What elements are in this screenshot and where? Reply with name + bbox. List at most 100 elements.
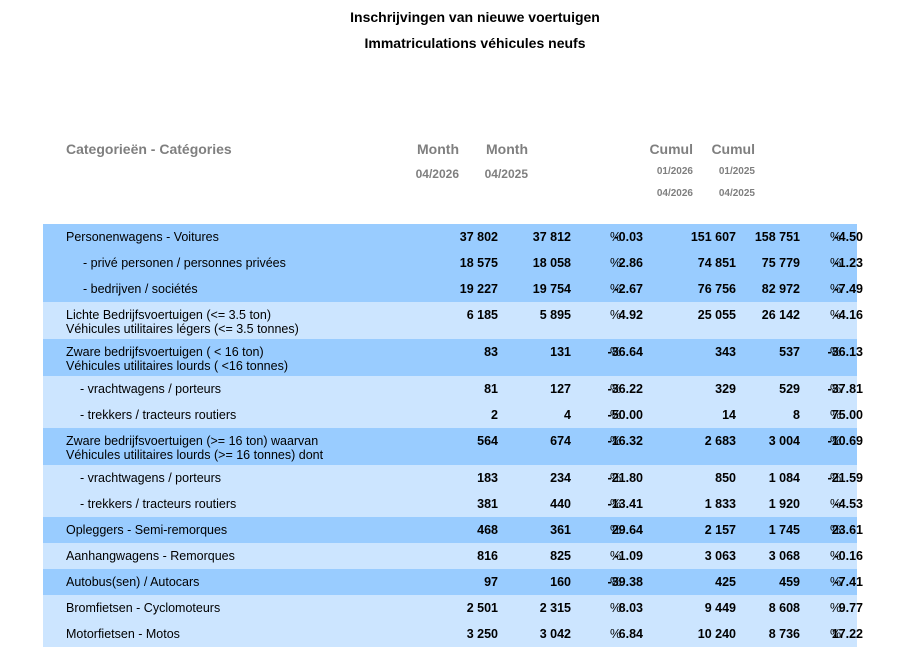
cumul-previous-value: 75 779 xyxy=(761,256,800,270)
month-previous-value: 127 xyxy=(550,382,571,396)
table-row: Opleggers - Semi-remorques 468 361 29.64% 2 … xyxy=(43,517,863,543)
row-category-line: Véhicules utilitaires légers (<= 3.5 ton… xyxy=(66,322,299,336)
row-category-line: Zware bedrijfsvoertuigen (>= 16 ton) waa… xyxy=(66,434,319,448)
cumul-current-value: 850 xyxy=(715,471,736,485)
month-current-value: 816 xyxy=(477,549,498,563)
month-header-previous: Month xyxy=(486,141,528,157)
month-change-percent-sign: % xyxy=(610,308,622,322)
row-category-line: Véhicules utilitaires lourds (>= 16 tonn… xyxy=(66,448,324,462)
table-row: Zware bedrijfsvoertuigen (>= 16 ton) waa… xyxy=(43,428,863,465)
cumul-previous-value: 1 745 xyxy=(768,523,800,537)
row-category-line: Autobus(sen) / Autocars xyxy=(66,575,200,589)
row-category-line: Personenwagens - Voitures xyxy=(66,230,219,244)
cumul-current-value: 2 157 xyxy=(704,523,736,537)
month-period-current: 04/2026 xyxy=(415,167,459,181)
title-dutch: Inschrijvingen van nieuwe voertuigen xyxy=(350,9,600,25)
month-period-previous: 04/2025 xyxy=(484,167,528,181)
month-previous-value: 131 xyxy=(550,345,571,359)
row-category-line: - vrachtwagens / porteurs xyxy=(80,382,222,396)
table-row: - trekkers / tracteurs routiers 381 440 -13… xyxy=(43,491,863,517)
cumul-change-percent-sign: % xyxy=(830,282,842,296)
cumul-change-percent-sign: % xyxy=(830,308,842,322)
month-change-percent-sign: % xyxy=(610,345,622,359)
month-change-value: 4.92 xyxy=(618,308,643,322)
cumul-current-value: 329 xyxy=(715,382,736,396)
row-category-line: - trekkers / tracteurs routiers xyxy=(80,497,237,511)
cumul-current-value: 2 683 xyxy=(704,434,736,448)
row-category-label: Lichte Bedrijfsvoertuigen (<= 3.5 ton) Vé… xyxy=(66,308,299,336)
cumul-current-value: 76 756 xyxy=(697,282,736,296)
month-current-value: 564 xyxy=(477,434,498,448)
month-previous-value: 361 xyxy=(550,523,571,537)
cumul-previous-value: 459 xyxy=(779,575,800,589)
title-french: Immatriculations véhicules neufs xyxy=(364,35,586,51)
cumul-change-percent-sign: % xyxy=(830,627,842,641)
cumul-current-value: 3 063 xyxy=(704,549,736,563)
row-category-label: - bedrijven / sociétés xyxy=(83,282,198,296)
month-previous-value: 5 895 xyxy=(539,308,571,322)
cumul-current-value: 10 240 xyxy=(697,627,736,641)
cumul-current-value: 425 xyxy=(715,575,736,589)
month-current-value: 37 802 xyxy=(459,230,498,244)
cumul-change-percent-sign: % xyxy=(830,408,842,422)
table-row: - vrachtwagens / porteurs 183 234 -21.80% 85… xyxy=(43,465,863,491)
month-previous-value: 4 xyxy=(564,408,571,422)
row-category-line: - privé personen / personnes privées xyxy=(83,256,286,270)
row-category-label: Motorfietsen - Motos xyxy=(66,627,180,641)
cumul-change-percent-sign: % xyxy=(830,230,842,244)
category-header: Categorieën - Catégories xyxy=(66,141,232,157)
table-row: - bedrijven / sociétés 19 227 19 754 -2.67%… xyxy=(43,276,863,302)
row-category-label: Aanhangwagens - Remorques xyxy=(66,549,235,563)
data-table: Personenwagens - Voitures 37 802 37 812 -0.… xyxy=(43,224,863,647)
month-previous-value: 19 754 xyxy=(532,282,571,296)
month-current-value: 18 575 xyxy=(459,256,498,270)
month-change-value: 8.03 xyxy=(618,601,643,615)
month-current-value: 468 xyxy=(477,523,498,537)
cumul-previous-value: 3 004 xyxy=(768,434,800,448)
cumul-change-percent-sign: % xyxy=(830,523,842,537)
row-category-line: Opleggers - Semi-remorques xyxy=(66,523,228,537)
month-change-percent-sign: % xyxy=(610,408,622,422)
cumul-header-previous: Cumul xyxy=(711,141,755,157)
month-change-percent-sign: % xyxy=(610,497,622,511)
row-category-label: Autobus(sen) / Autocars xyxy=(66,575,199,589)
month-current-value: 81 xyxy=(484,382,498,396)
month-change-percent-sign: % xyxy=(610,627,622,641)
cumul-current-from: 01/2026 xyxy=(656,166,693,177)
month-current-value: 2 501 xyxy=(466,601,498,615)
month-previous-value: 234 xyxy=(550,471,571,485)
month-previous-value: 674 xyxy=(550,434,571,448)
table-row: Aanhangwagens - Remorques 816 825 -1.09% 3 0… xyxy=(43,543,863,569)
cumul-header-current: Cumul xyxy=(649,141,693,157)
row-category-line: - trekkers / tracteurs routiers xyxy=(80,408,237,422)
row-category-line: Motorfietsen - Motos xyxy=(66,627,180,641)
month-change-percent-sign: % xyxy=(610,549,622,563)
cumul-previous-value: 537 xyxy=(779,345,800,359)
cumul-change-percent-sign: % xyxy=(830,256,842,270)
month-change-percent-sign: % xyxy=(610,382,622,396)
cumul-previous-value: 8 736 xyxy=(768,627,800,641)
row-category-label: - vrachtwagens / porteurs xyxy=(80,471,221,485)
month-change-percent-sign: % xyxy=(610,230,622,244)
cumul-previous-value: 26 142 xyxy=(761,308,800,322)
month-previous-value: 440 xyxy=(550,497,571,511)
month-current-value: 6 185 xyxy=(466,308,498,322)
month-change-percent-sign: % xyxy=(610,434,622,448)
table-row: - privé personen / personnes privées 18 5… xyxy=(43,250,863,276)
month-previous-value: 2 315 xyxy=(539,601,571,615)
cumul-change-percent-sign: % xyxy=(830,434,842,448)
cumul-previous-from: 01/2025 xyxy=(718,166,755,177)
cumul-previous-to: 04/2025 xyxy=(718,188,755,199)
cumul-current-value: 1 833 xyxy=(704,497,736,511)
table-row: Zware bedrijfsvoertuigen ( < 16 ton) Véhi… xyxy=(43,339,863,376)
row-category-label: - trekkers / tracteurs routiers xyxy=(80,497,236,511)
month-current-value: 2 xyxy=(491,408,498,422)
cumul-change-percent-sign: % xyxy=(830,601,842,615)
cumul-current-to: 04/2026 xyxy=(656,188,693,199)
table-row: Motorfietsen - Motos 3 250 3 042 6.84% 10 24… xyxy=(43,621,863,647)
cumul-change-percent-sign: % xyxy=(830,497,842,511)
row-category-label: Bromfietsen - Cyclomoteurs xyxy=(66,601,220,615)
table-row: - vrachtwagens / porteurs 81 127 -36.22% 329… xyxy=(43,376,863,402)
cumul-change-percent-sign: % xyxy=(830,549,842,563)
month-change-percent-sign: % xyxy=(610,601,622,615)
